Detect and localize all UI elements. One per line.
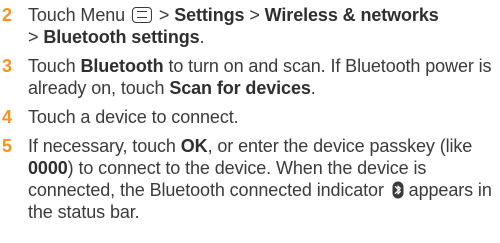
step-text-run: ) to connect to the device. When the dev… bbox=[28, 158, 427, 200]
settings-label: Settings bbox=[174, 5, 245, 25]
step-text-run: . bbox=[199, 27, 205, 47]
step-5: 5 If necessary, touch OK, or enter the d… bbox=[0, 135, 500, 223]
step-3: 3 Touch Bluetooth to turn on and scan. I… bbox=[0, 55, 500, 99]
step-number: 2 bbox=[2, 5, 13, 25]
step-text-run: Touch a device to connect. bbox=[28, 107, 239, 127]
ok-label: OK bbox=[180, 136, 208, 156]
step-text: Touch Bluetooth to turn on and scan. If … bbox=[28, 55, 500, 99]
step-text-run: , or enter the device passkey (like bbox=[207, 136, 473, 156]
instruction-steps: 2 Touch Menu > Settings > Wireless & net… bbox=[0, 0, 500, 223]
step-number: 4 bbox=[2, 107, 13, 127]
bluetooth-settings-label: Bluetooth settings bbox=[43, 27, 200, 47]
step-text-run: > bbox=[28, 27, 39, 47]
step-text-run: Touch Menu bbox=[28, 5, 126, 25]
step-text: If necessary, touch OK, or enter the dev… bbox=[28, 135, 500, 223]
step-text-run: . bbox=[310, 78, 316, 98]
step-text-run: > bbox=[158, 5, 170, 25]
wireless-networks-label: Wireless & networks bbox=[264, 5, 439, 25]
step-text: Touch Menu > Settings > Wireless & netwo… bbox=[28, 4, 500, 48]
step-text-run: Touch bbox=[28, 56, 76, 76]
step-number: 3 bbox=[2, 56, 13, 76]
bluetooth-label: Bluetooth bbox=[80, 56, 164, 76]
step-text: Touch a device to connect. bbox=[28, 106, 500, 128]
passkey-example: 0000 bbox=[28, 158, 68, 178]
bluetooth-connected-icon bbox=[392, 181, 404, 199]
step-number: 5 bbox=[2, 136, 13, 156]
menu-key-icon bbox=[131, 7, 152, 23]
step-2: 2 Touch Menu > Settings > Wireless & net… bbox=[0, 4, 500, 48]
scan-for-devices-label: Scan for devices bbox=[169, 78, 311, 98]
step-text-run: > bbox=[249, 5, 260, 25]
step-4: 4 Touch a device to connect. bbox=[0, 106, 500, 128]
step-text-run: If necessary, touch bbox=[28, 136, 176, 156]
